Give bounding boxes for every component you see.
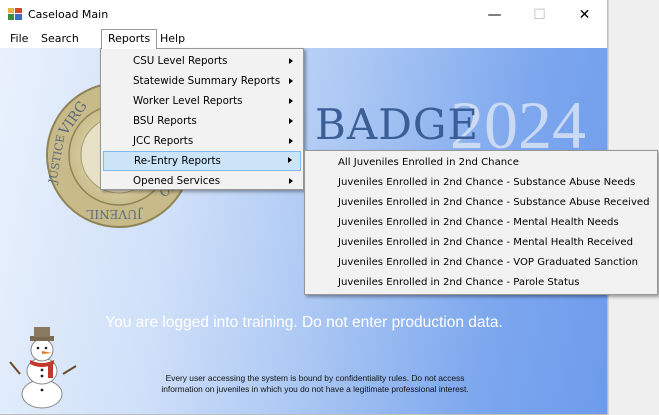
badge-logo-text: BADGE bbox=[315, 100, 480, 149]
menu-item-label: CSU Level Reports bbox=[133, 55, 228, 67]
menu-bar: File Search Reports Help bbox=[0, 29, 607, 49]
submenu-item-substance-abuse-needs[interactable]: Juveniles Enrolled in 2nd Chance - Subst… bbox=[305, 173, 657, 193]
submenu-item-parole-status[interactable]: Juveniles Enrolled in 2nd Chance - Parol… bbox=[305, 273, 657, 293]
submenu-item-substance-abuse-received[interactable]: Juveniles Enrolled in 2nd Chance - Subst… bbox=[305, 193, 657, 213]
submenu-item-mental-health-received[interactable]: Juveniles Enrolled in 2nd Chance - Menta… bbox=[305, 233, 657, 253]
close-button[interactable]: ✕ bbox=[562, 0, 607, 29]
submenu-arrow-icon bbox=[289, 58, 293, 64]
menu-reports[interactable]: Reports bbox=[101, 29, 158, 49]
re-entry-submenu: All Juveniles Enrolled in 2nd Chance Juv… bbox=[304, 150, 658, 295]
submenu-arrow-icon bbox=[289, 78, 293, 84]
menu-search[interactable]: Search bbox=[35, 29, 85, 48]
confidentiality-line-1: Every user accessing the system is bound… bbox=[165, 373, 465, 383]
menu-item-jcc-reports[interactable]: JCC Reports bbox=[101, 131, 303, 151]
maximize-button[interactable]: ☐ bbox=[517, 0, 562, 29]
submenu-item-vop-graduated-sanction[interactable]: Juveniles Enrolled in 2nd Chance - VOP G… bbox=[305, 253, 657, 273]
snowman-icon bbox=[9, 327, 77, 409]
menu-item-label: Re-Entry Reports bbox=[134, 155, 221, 167]
submenu-arrow-icon bbox=[289, 118, 293, 124]
menu-item-label: BSU Reports bbox=[133, 115, 197, 127]
menu-help[interactable]: Help bbox=[154, 29, 191, 48]
menu-item-worker-level-reports[interactable]: Worker Level Reports bbox=[101, 91, 303, 111]
reports-dropdown-menu: CSU Level Reports Statewide Summary Repo… bbox=[100, 48, 304, 190]
confidentiality-line-2: information on juveniles in which you do… bbox=[161, 384, 469, 394]
app-window-icon bbox=[8, 8, 22, 20]
submenu-item-all-juveniles-2nd-chance[interactable]: All Juveniles Enrolled in 2nd Chance bbox=[305, 153, 657, 173]
menu-item-opened-services[interactable]: Opened Services bbox=[101, 171, 303, 191]
menu-item-label: JCC Reports bbox=[133, 135, 194, 147]
submenu-arrow-icon bbox=[289, 138, 293, 144]
window-title: Caseload Main bbox=[28, 8, 109, 21]
menu-file[interactable]: File bbox=[4, 29, 34, 48]
menu-item-label: Worker Level Reports bbox=[133, 95, 243, 107]
submenu-arrow-icon bbox=[289, 178, 293, 184]
submenu-arrow-icon bbox=[289, 98, 293, 104]
menu-item-re-entry-reports[interactable]: Re-Entry Reports bbox=[103, 151, 301, 171]
submenu-arrow-icon bbox=[288, 157, 292, 163]
confidentiality-notice: Every user accessing the system is bound… bbox=[105, 373, 525, 395]
menu-item-statewide-summary-reports[interactable]: Statewide Summary Reports bbox=[101, 71, 303, 91]
menu-item-bsu-reports[interactable]: BSU Reports bbox=[101, 111, 303, 131]
training-notice: You are logged into training. Do not ent… bbox=[105, 314, 503, 331]
menu-item-label: Opened Services bbox=[133, 175, 221, 187]
menu-item-label: Statewide Summary Reports bbox=[133, 75, 281, 87]
title-bar: Caseload Main — ☐ ✕ bbox=[0, 0, 607, 29]
minimize-button[interactable]: — bbox=[472, 0, 517, 29]
seal-text-juvenil: JUVENIL bbox=[86, 207, 144, 221]
submenu-item-mental-health-needs[interactable]: Juveniles Enrolled in 2nd Chance - Menta… bbox=[305, 213, 657, 233]
menu-item-csu-level-reports[interactable]: CSU Level Reports bbox=[101, 51, 303, 71]
